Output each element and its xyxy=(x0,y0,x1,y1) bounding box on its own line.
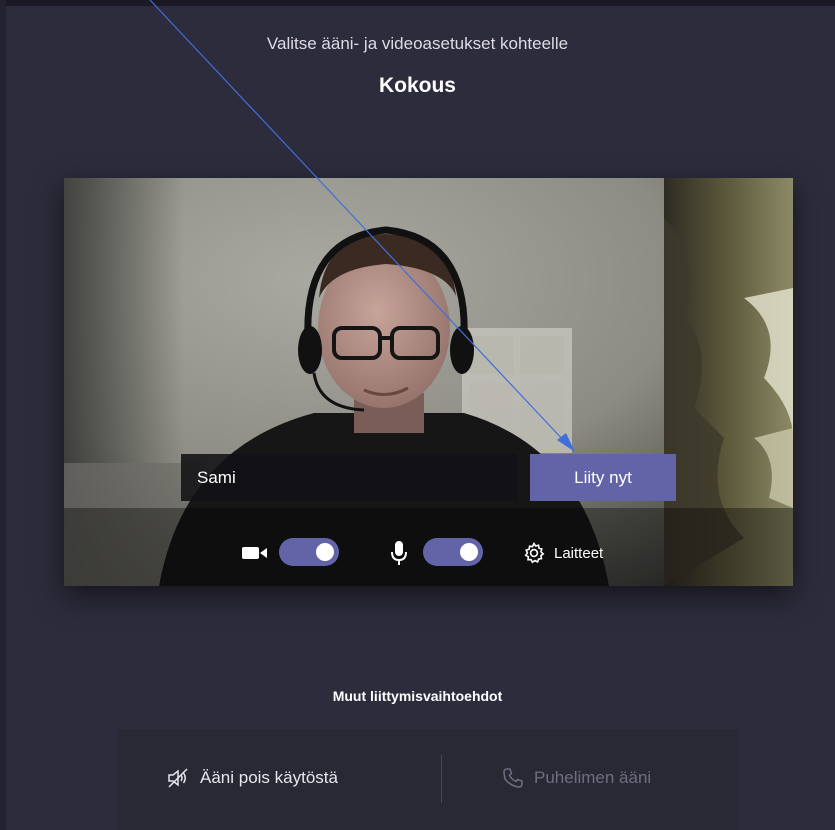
join-now-button[interactable]: Liity nyt xyxy=(530,454,676,501)
microphone-icon xyxy=(391,541,407,565)
left-edge xyxy=(0,0,6,830)
devices-label: Laitteet xyxy=(554,544,604,562)
camera-icon xyxy=(242,547,267,559)
meeting-title: Kokous xyxy=(378,74,456,97)
other-options-title: Muut liittymisvaihtoehdot xyxy=(332,688,503,704)
options-divider xyxy=(441,755,442,803)
other-options-panel: Ääni pois käytöstä Puhelimen ääni xyxy=(118,729,738,830)
phone-audio-label: Puhelimen ääni xyxy=(534,768,652,787)
audio-off-label: Ääni pois käytöstä xyxy=(200,768,338,787)
gear-icon xyxy=(524,541,545,564)
audio-off-option[interactable]: Ääni pois käytöstä xyxy=(166,763,338,793)
toggle-knob xyxy=(460,543,478,561)
phone-icon xyxy=(503,768,523,788)
microphone-toggle[interactable] xyxy=(423,538,483,566)
devices-button[interactable]: Laitteet xyxy=(522,540,603,566)
join-prompt: Valitse ääni- ja videoasetukset kohteell… xyxy=(266,34,569,53)
video-preview xyxy=(64,178,793,586)
camera-toggle[interactable] xyxy=(279,538,339,566)
speaker-muted-icon xyxy=(168,768,188,788)
phone-audio-option[interactable]: Puhelimen ääni xyxy=(502,763,651,793)
name-input[interactable] xyxy=(181,454,517,501)
top-edge xyxy=(0,0,835,6)
toggle-knob xyxy=(316,543,334,561)
webcam-image xyxy=(64,178,793,586)
